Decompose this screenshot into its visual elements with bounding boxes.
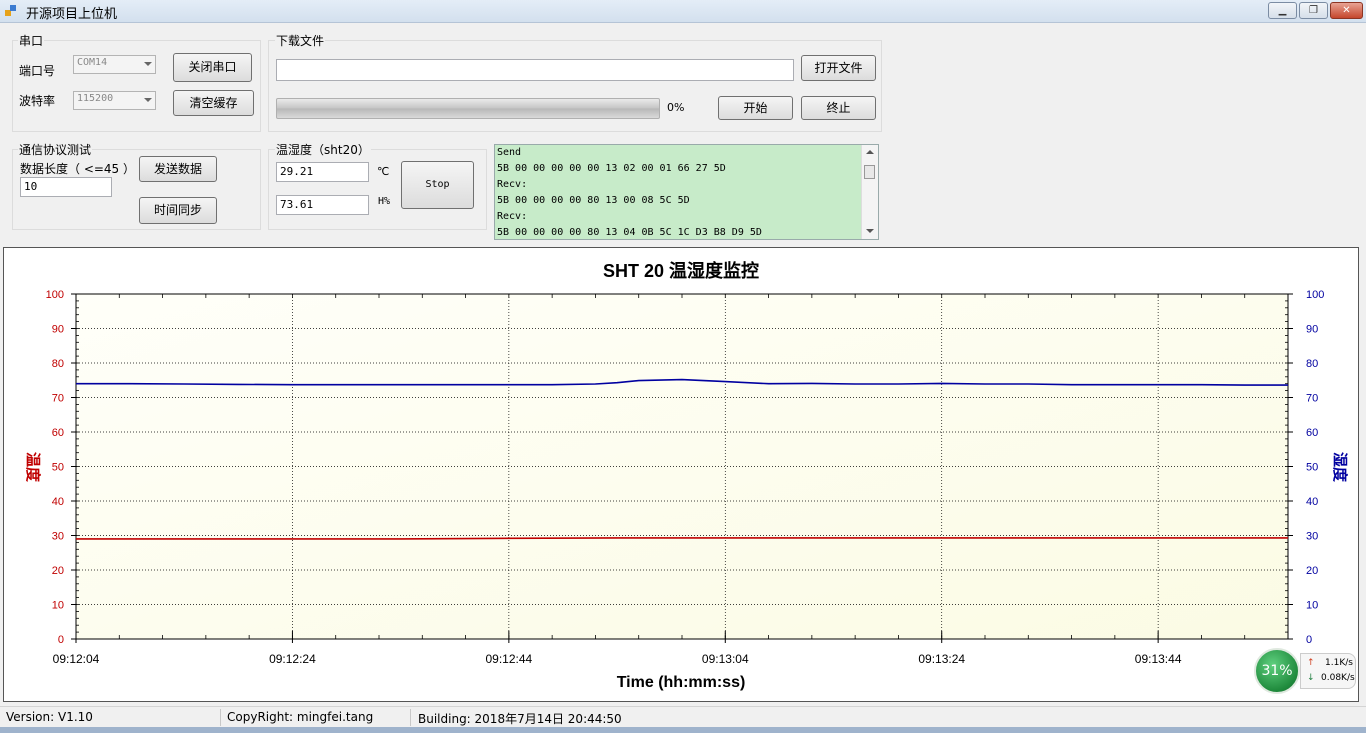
scroll-thumb[interactable] (864, 165, 875, 179)
temperature-humidity-chart: SHT 20 温湿度监控 Time (hh:mm:ss) 温度 湿度 0 0 10 1… (24, 260, 1349, 691)
window-title: 开源项目上位机 (26, 7, 118, 22)
title-bar: 开源项目上位机 ▁ ❐ ✕ (0, 0, 1366, 23)
y-tick-label-left: 100 (46, 289, 64, 301)
humidity-field[interactable]: 73.61 (276, 195, 369, 215)
y-tick-label-left: 70 (52, 393, 64, 405)
upload-arrow-icon: ↑ (1307, 658, 1315, 668)
baud-select[interactable]: 115200 (73, 91, 156, 110)
download-arrow-icon: ↓ (1307, 673, 1315, 683)
log-textbox[interactable]: Send 5B 00 00 00 00 00 13 02 00 01 66 27… (494, 144, 879, 240)
log-lines: Send 5B 00 00 00 00 00 13 02 00 01 66 27… (495, 145, 878, 239)
y-axis-label-temperature: 温度 (24, 452, 42, 483)
send-data-button[interactable]: 发送数据 (139, 156, 217, 182)
close-icon: ✕ (1342, 5, 1351, 16)
y-tick-label-right: 30 (1306, 531, 1318, 543)
y-tick-label-left: 0 (58, 634, 64, 646)
progress-text: 0% (667, 101, 685, 114)
data-length-label: 数据长度（ <=45 ） (20, 162, 136, 176)
y-tick-label-left: 80 (52, 358, 64, 370)
y-tick-label-right: 60 (1306, 427, 1318, 439)
y-tick-label-left: 40 (52, 496, 64, 508)
y-tick-label-right: 20 (1306, 565, 1318, 577)
x-tick-label: 09:12:44 (485, 652, 532, 666)
x-tick-label: 09:12:24 (269, 652, 316, 666)
y-tick-label-left: 60 (52, 427, 64, 439)
sensor-group-label: 温湿度（sht20） (275, 141, 371, 158)
x-axis-label: Time (hh:mm:ss) (617, 674, 746, 691)
cpu-usage-indicator: 31% (1254, 648, 1300, 694)
minimize-button[interactable]: ▁ (1268, 2, 1297, 19)
y-tick-label-left: 90 (52, 324, 64, 336)
y-tick-label-right: 0 (1306, 634, 1312, 646)
y-tick-label-right: 100 (1306, 289, 1324, 301)
open-file-button[interactable]: 打开文件 (801, 55, 876, 81)
log-line: Recv: (497, 211, 528, 222)
download-group-label: 下载文件 (275, 32, 326, 49)
temperature-unit: ℃ (377, 165, 390, 178)
y-axis-label-humidity: 湿度 (1331, 452, 1349, 483)
status-divider (410, 709, 411, 726)
y-tick-label-left: 30 (52, 531, 64, 543)
humidity-unit: H% (378, 196, 391, 207)
y-tick-label-left: 10 (52, 600, 64, 612)
status-building: Building: 2018年7月14日 20:44:50 (418, 712, 622, 726)
scroll-up-icon[interactable] (866, 150, 874, 154)
taskbar-strip (0, 727, 1366, 733)
file-path-input[interactable] (276, 59, 794, 81)
y-tick-label-right: 50 (1306, 462, 1318, 474)
y-tick-label-right: 40 (1306, 496, 1318, 508)
log-line: Send (497, 147, 522, 158)
sensor-stop-button[interactable]: Stop (401, 161, 474, 209)
x-tick-label: 09:13:44 (1135, 652, 1182, 666)
log-scrollbar[interactable] (861, 145, 878, 239)
port-value: COM14 (77, 57, 108, 68)
serial-group-label: 串口 (18, 32, 45, 49)
network-monitor-widget[interactable]: ↑ 1.1K/s ↓ 0.08K/s 31% (1254, 648, 1358, 694)
protocol-group-label: 通信协议测试 (18, 141, 93, 158)
stop-download-button[interactable]: 终止 (801, 96, 876, 120)
status-version: Version: V1.10 (6, 710, 93, 724)
status-divider (220, 709, 221, 726)
start-button[interactable]: 开始 (718, 96, 793, 120)
time-sync-button[interactable]: 时间同步 (139, 197, 217, 224)
x-tick-label: 09:13:24 (918, 652, 965, 666)
log-line: Recv: (497, 179, 528, 190)
y-tick-label-right: 70 (1306, 393, 1318, 405)
download-speed: 0.08K/s (1321, 673, 1355, 683)
x-tick-label: 09:12:04 (53, 652, 100, 666)
restore-icon: ❐ (1309, 5, 1318, 16)
y-tick-label-right: 90 (1306, 324, 1318, 336)
status-copyright: CopyRight: mingfei.tang (227, 710, 374, 724)
y-tick-label-left: 20 (52, 565, 64, 577)
log-line: 5B 00 00 00 00 00 13 02 00 01 66 27 5D (497, 163, 726, 174)
chart-panel: SHT 20 温湿度监控 Time (hh:mm:ss) 温度 湿度 0 0 10 1… (3, 247, 1359, 702)
chevron-down-icon (144, 62, 152, 66)
port-label: 端口号 (19, 64, 56, 78)
x-tick-label: 09:13:04 (702, 652, 749, 666)
close-port-button[interactable]: 关闭串口 (173, 53, 252, 82)
close-window-button[interactable]: ✕ (1330, 2, 1363, 19)
baud-label: 波特率 (19, 94, 56, 108)
network-speed-panel: ↑ 1.1K/s ↓ 0.08K/s (1300, 653, 1356, 689)
port-select[interactable]: COM14 (73, 55, 156, 74)
log-line: 5B 00 00 00 00 80 13 04 0B 5C 1C D3 B8 D… (497, 227, 762, 238)
y-tick-label-right: 80 (1306, 358, 1318, 370)
baud-value: 115200 (77, 93, 114, 104)
temperature-field[interactable]: 29.21 (276, 162, 369, 182)
chevron-down-icon (144, 98, 152, 102)
minimize-icon: ▁ (1278, 5, 1287, 16)
maximize-button[interactable]: ❐ (1299, 2, 1328, 19)
data-length-input[interactable]: 10 (20, 177, 112, 197)
status-bar: Version: V1.10 CopyRight: mingfei.tang B… (0, 706, 1366, 728)
clear-buffer-button[interactable]: 清空缓存 (173, 90, 254, 116)
upload-speed: 1.1K/s (1325, 658, 1353, 668)
chart-title: SHT 20 温湿度监控 (603, 260, 759, 281)
y-tick-label-right: 10 (1306, 600, 1318, 612)
y-tick-label-left: 50 (52, 462, 64, 474)
log-line: 5B 00 00 00 00 80 13 00 08 5C 5D (497, 195, 690, 206)
app-icon (5, 5, 16, 16)
download-progress-bar (276, 98, 660, 119)
scroll-down-icon[interactable] (866, 229, 874, 233)
